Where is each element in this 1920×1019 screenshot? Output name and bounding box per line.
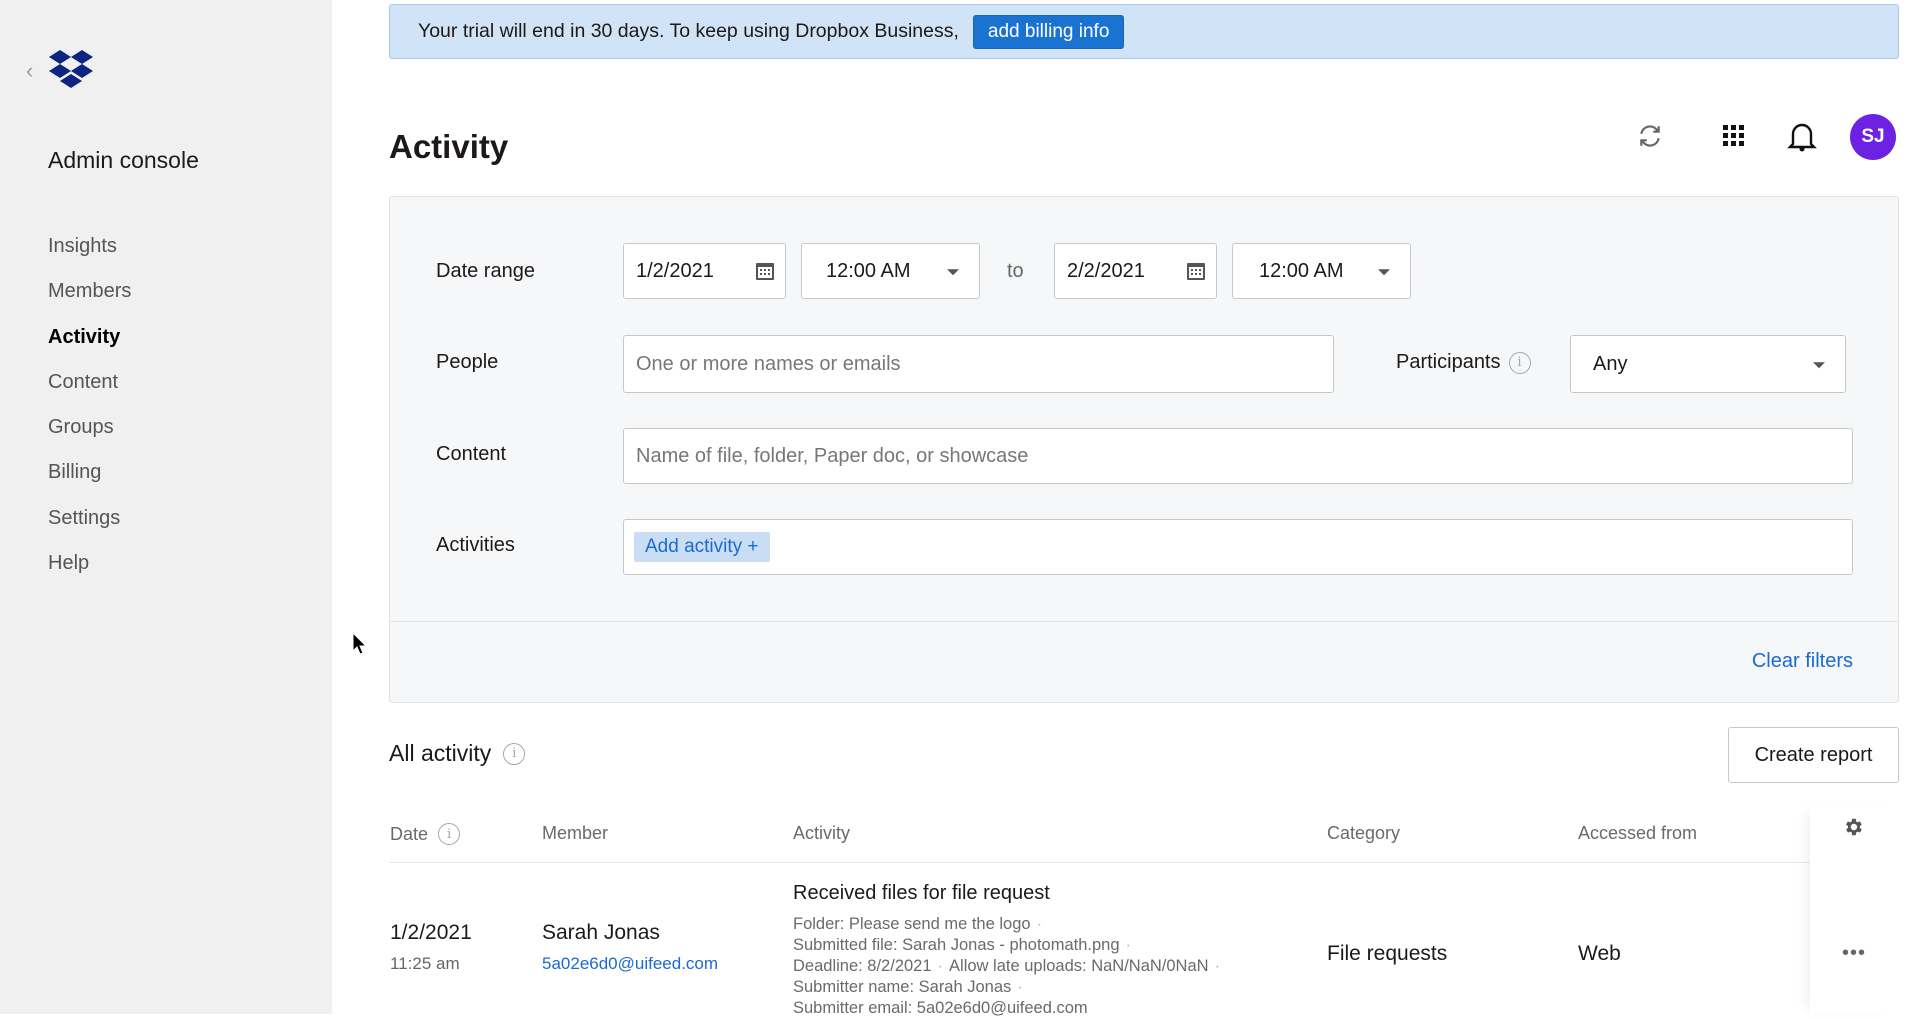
table-row[interactable]: 1/2/2021 11:25 am Sarah Jonas 5a02e6d0@u…	[389, 864, 1809, 1017]
end-time-select[interactable]: 12:00 AM	[1232, 243, 1411, 299]
bell-icon[interactable]	[1782, 116, 1822, 156]
column-header-activity[interactable]: Activity	[793, 823, 850, 844]
sticky-actions-column	[1810, 807, 1899, 1014]
sidebar: ‹ Admin console Insights Members Activit…	[0, 0, 332, 1014]
activities-label: Activities	[436, 534, 515, 556]
add-activity-button[interactable]: Add activity +	[634, 532, 770, 562]
activity-details: Folder: Please send me the logo · Submitt…	[793, 914, 1226, 1019]
gear-icon[interactable]	[1842, 816, 1864, 838]
activity-time: 11:25 am	[390, 954, 460, 973]
end-time-value: 12:00 AM	[1259, 259, 1344, 282]
sidebar-item-groups[interactable]: Groups	[48, 411, 131, 456]
to-label: to	[1007, 260, 1024, 282]
table-header: Date i Member Activity Category Accessed…	[389, 815, 1899, 863]
column-header-date[interactable]: Date i	[390, 823, 461, 845]
member-cell: Sarah Jonas 5a02e6d0@uifeed.com	[542, 921, 718, 974]
start-date-field[interactable]: 1/2/2021	[623, 243, 786, 299]
detail-submitter-email: Submitter email: 5a02e6d0@uifeed.com	[793, 999, 1088, 1017]
dot-separator: ·	[1214, 957, 1221, 975]
avatar[interactable]: SJ	[1850, 114, 1896, 160]
member-email-link[interactable]: 5a02e6d0@uifeed.com	[542, 954, 718, 974]
activity-date: 1/2/2021	[390, 921, 472, 944]
sidebar-item-content[interactable]: Content	[48, 366, 131, 411]
dot-separator: ·	[1125, 936, 1132, 954]
all-activity-heading: All activity i	[389, 740, 526, 767]
participants-select[interactable]: Any	[1570, 335, 1846, 393]
trial-banner: Your trial will end in 30 days. To keep …	[389, 4, 1899, 59]
activities-input[interactable]: Add activity +	[623, 519, 1853, 575]
chevron-down-icon	[1813, 362, 1825, 369]
dot-separator: ·	[1017, 978, 1023, 996]
column-header-accessed-from[interactable]: Accessed from	[1578, 823, 1697, 844]
divider	[390, 621, 1898, 622]
activity-title: Received files for file request	[793, 882, 1050, 904]
filters-panel: Date range 1/2/2021 12:00 AM to 2/2/2021…	[389, 196, 1899, 703]
trial-banner-text: Your trial will end in 30 days. To keep …	[418, 20, 959, 42]
dot-separator: ·	[937, 957, 944, 975]
console-title: Admin console	[48, 147, 199, 173]
content-label: Content	[436, 443, 507, 465]
info-icon[interactable]: i	[438, 823, 461, 845]
category-cell: File requests	[1327, 942, 1448, 965]
create-report-button[interactable]: Create report	[1728, 727, 1899, 783]
detail-late-uploads: Allow late uploads: NaN/NaN/0NaN	[949, 957, 1209, 975]
end-date-value: 2/2/2021	[1067, 259, 1145, 282]
app-grid-icon[interactable]	[1714, 116, 1754, 156]
people-placeholder: One or more names or emails	[636, 352, 901, 375]
refresh-icon[interactable]	[1630, 116, 1670, 156]
start-time-value: 12:00 AM	[826, 259, 911, 282]
info-icon[interactable]: i	[503, 742, 526, 765]
detail-deadline: Deadline: 8/2/2021	[793, 957, 932, 975]
info-icon[interactable]: i	[1508, 351, 1531, 374]
add-billing-info-button[interactable]: add billing info	[972, 14, 1125, 49]
date-range-label: Date range	[436, 260, 535, 282]
people-label: People	[436, 351, 499, 373]
content-placeholder: Name of file, folder, Paper doc, or show…	[636, 444, 1029, 467]
people-input[interactable]: One or more names or emails	[623, 335, 1334, 393]
page-title: Activity	[389, 128, 509, 165]
end-date-field[interactable]: 2/2/2021	[1054, 243, 1217, 299]
participants-label-group: Participants i	[1396, 351, 1531, 374]
detail-folder: Folder: Please send me the logo	[793, 915, 1031, 933]
member-name: Sarah Jonas	[542, 921, 660, 944]
participants-value: Any	[1593, 352, 1628, 375]
column-header-category[interactable]: Category	[1327, 823, 1400, 844]
detail-submitter-name: Submitter name: Sarah Jonas	[793, 978, 1012, 996]
activity-cell: Received files for file request Folder: …	[793, 882, 1226, 1019]
calendar-icon[interactable]	[755, 261, 775, 281]
chevron-down-icon	[947, 269, 959, 276]
column-header-member[interactable]: Member	[542, 823, 608, 844]
more-options-icon[interactable]: •••	[1842, 942, 1866, 965]
sidebar-item-help[interactable]: Help	[48, 547, 131, 592]
sidebar-item-activity[interactable]: Activity	[48, 321, 131, 366]
column-header-date-label: Date	[390, 823, 429, 844]
dot-separator: ·	[1036, 915, 1043, 933]
sidebar-nav: Insights Members Activity Content Groups…	[48, 230, 131, 592]
accessed-from-cell: Web	[1578, 942, 1621, 965]
sidebar-item-insights[interactable]: Insights	[48, 230, 131, 275]
calendar-icon[interactable]	[1186, 261, 1206, 281]
all-activity-title: All activity	[389, 740, 492, 766]
content-input[interactable]: Name of file, folder, Paper doc, or show…	[623, 428, 1853, 484]
sidebar-item-settings[interactable]: Settings	[48, 502, 131, 547]
mouse-cursor-icon	[352, 632, 368, 655]
clear-filters-link[interactable]: Clear filters	[1752, 650, 1853, 673]
chevron-down-icon	[1378, 269, 1390, 276]
sidebar-item-members[interactable]: Members	[48, 275, 131, 320]
date-cell: 1/2/2021 11:25 am	[390, 921, 472, 974]
start-time-select[interactable]: 12:00 AM	[801, 243, 980, 299]
start-date-value: 1/2/2021	[636, 259, 714, 282]
participants-label: Participants	[1396, 351, 1501, 373]
sidebar-item-billing[interactable]: Billing	[48, 456, 131, 501]
chevron-left-icon[interactable]: ‹	[26, 60, 33, 82]
detail-submitted-file: Submitted file: Sarah Jonas - photomath.…	[793, 936, 1120, 954]
dropbox-logo-icon[interactable]	[48, 50, 94, 90]
